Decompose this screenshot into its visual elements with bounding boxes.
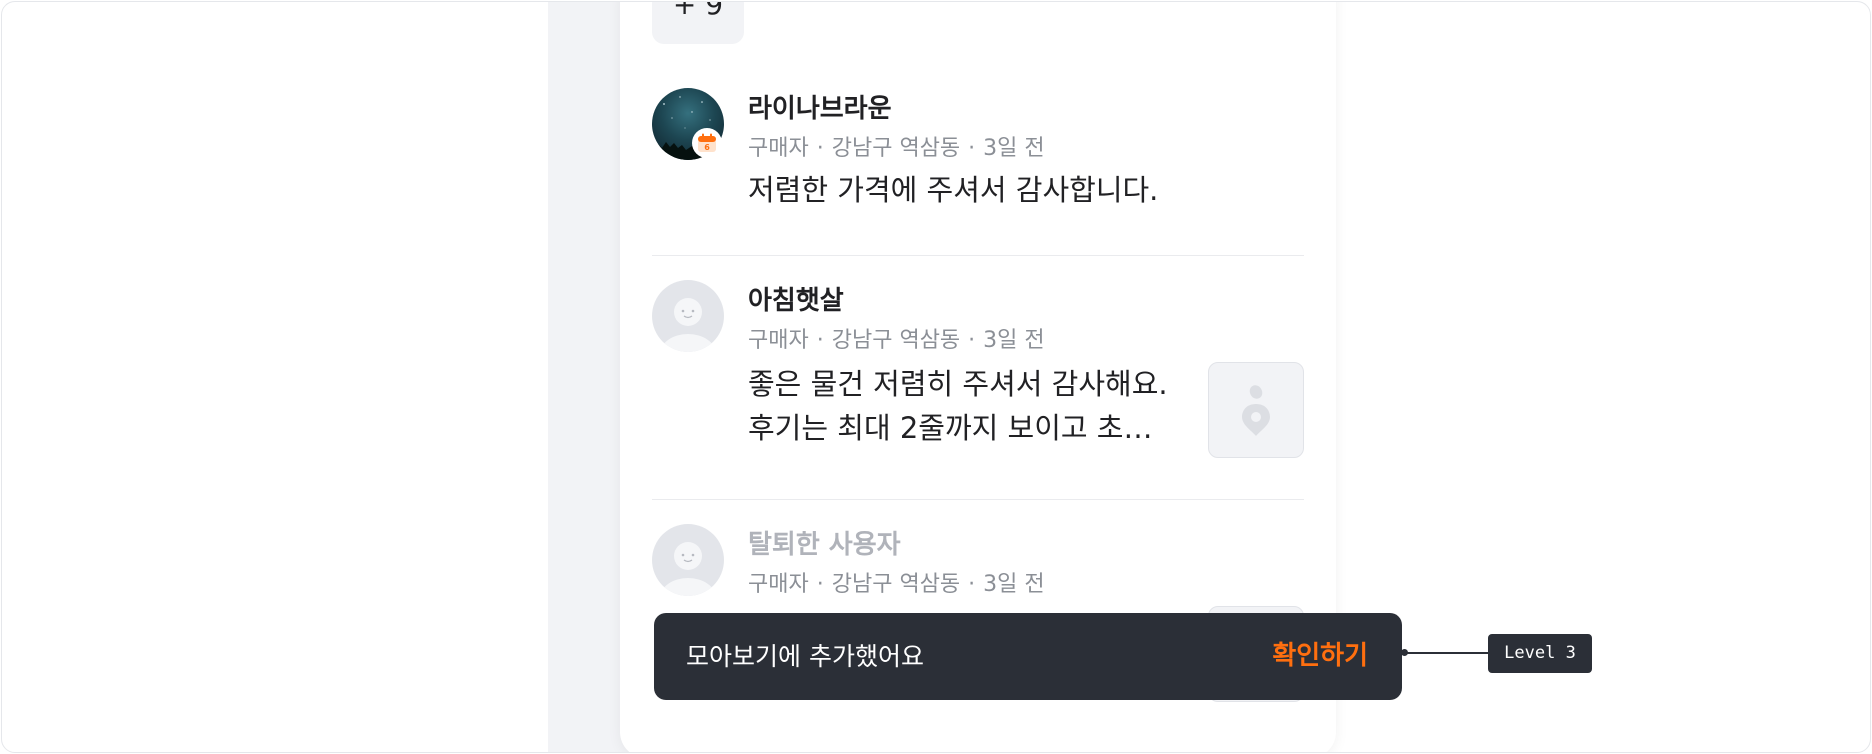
snackbar-toast: 모아보기에 추가했어요 확인하기	[654, 613, 1402, 700]
separator: ·	[968, 328, 976, 353]
separator: ·	[968, 136, 976, 161]
reviewer-name: 탈퇴한 사용자	[748, 530, 901, 560]
reviewer-role: 구매자	[748, 328, 809, 353]
toast-message: 모아보기에 추가했어요	[686, 642, 924, 671]
annotation-anchor-dot	[1401, 649, 1408, 656]
image-placeholder-icon	[1242, 385, 1270, 436]
review-meta: 구매자 · 강남구 역삼동 · 3일 전	[748, 130, 1045, 162]
review-time: 3일 전	[983, 136, 1045, 161]
canvas-frame: + 9 6 라이나브라운 구매자 · 강남구 역삼동 · 3일 전 저렴한 가격…	[1, 1, 1871, 753]
reviewer-location: 강남구 역삼동	[831, 328, 961, 353]
review-text: 좋은 물건 저렴히 주셔서 감사해요. 후기는 최대 2줄까지 보이고 초…	[748, 362, 1168, 450]
divider	[652, 499, 1304, 500]
review-meta: 구매자 · 강남구 역삼동 · 3일 전	[748, 566, 1045, 598]
review-text-line: 저렴한 가격에 주셔서 감사합니다.	[748, 173, 1159, 207]
separator: ·	[968, 572, 976, 597]
avatar[interactable]	[652, 280, 724, 352]
default-avatar-icon	[660, 298, 716, 352]
calendar-badge: 6	[692, 128, 722, 158]
reviewer-location: 강남구 역삼동	[831, 572, 961, 597]
review-text-line: 좋은 물건 저렴히 주셔서 감사해요.	[748, 367, 1168, 401]
reviewer-location: 강남구 역삼동	[831, 136, 961, 161]
reviewer-role: 구매자	[748, 572, 809, 597]
separator: ·	[816, 136, 824, 161]
review-text-line: 후기는 최대 2줄까지 보이고 초…	[748, 411, 1153, 445]
review-meta: 구매자 · 강남구 역삼동 · 3일 전	[748, 322, 1045, 354]
reviewer-name[interactable]: 아침햇살	[748, 280, 844, 317]
more-photos-count: + 9	[672, 1, 724, 21]
review-time: 3일 전	[983, 572, 1045, 597]
review-text: 저렴한 가격에 주셔서 감사합니다.	[748, 168, 1158, 212]
toast-confirm-button[interactable]: 확인하기	[1272, 613, 1368, 700]
review-time: 3일 전	[983, 328, 1045, 353]
review-photo-thumbnail[interactable]	[1208, 362, 1304, 458]
svg-text:6: 6	[704, 143, 710, 152]
more-photos-chip[interactable]: + 9	[652, 1, 744, 44]
annotation-connector	[1402, 652, 1488, 654]
separator: ·	[816, 572, 824, 597]
level-annotation-tag: Level 3	[1488, 634, 1592, 673]
divider	[652, 255, 1304, 256]
separator: ·	[816, 328, 824, 353]
default-avatar-icon	[660, 542, 716, 596]
reviewer-role: 구매자	[748, 136, 809, 161]
avatar[interactable]	[652, 524, 724, 596]
reviewer-name[interactable]: 라이나브라운	[748, 88, 892, 125]
calendar-icon: 6	[698, 133, 716, 152]
